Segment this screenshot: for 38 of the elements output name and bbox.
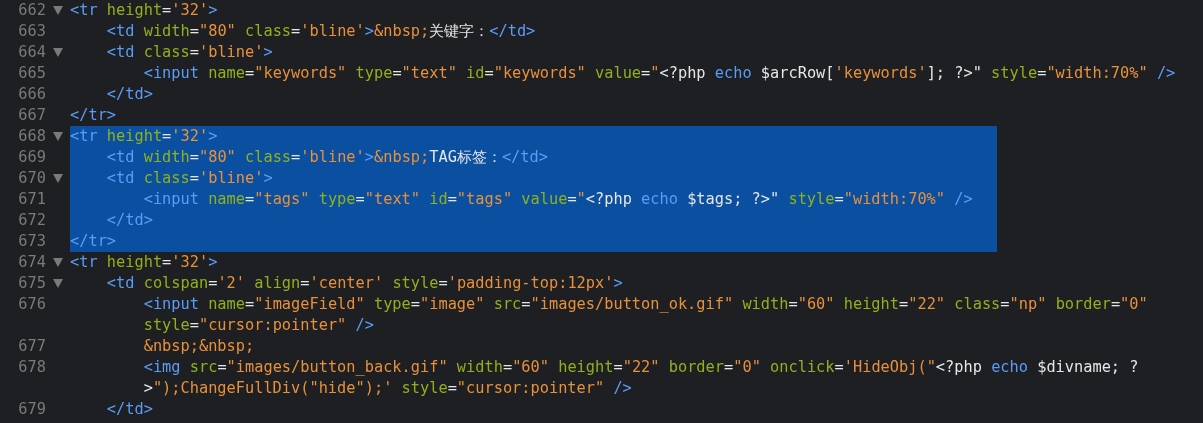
code-line: </td> bbox=[105, 399, 154, 420]
fold-arrow-icon[interactable] bbox=[53, 6, 63, 15]
line-number: 670 bbox=[17, 168, 46, 189]
line-number: 663 bbox=[17, 21, 46, 42]
code-line: <td width="80" class='bline'>&nbsp;关键字：</td> bbox=[105, 21, 537, 42]
fold-arrow-icon[interactable] bbox=[53, 48, 63, 57]
line-number: 667 bbox=[17, 105, 46, 126]
fold-arrow-icon[interactable] bbox=[53, 279, 63, 288]
line-number: 676 bbox=[17, 294, 46, 315]
line-number: 664 bbox=[17, 42, 46, 63]
line-number: 668 bbox=[17, 126, 46, 147]
fold-arrow-icon[interactable] bbox=[53, 132, 63, 141]
code-line: </td> bbox=[105, 84, 154, 105]
code-line: &nbsp;&nbsp; bbox=[142, 336, 256, 357]
line-number: 669 bbox=[17, 147, 46, 168]
code-line: </tr> bbox=[70, 105, 118, 126]
code-line: <tr height='32'> bbox=[70, 0, 219, 21]
line-number: 662 bbox=[17, 0, 46, 21]
line-number: 673 bbox=[17, 231, 46, 252]
line-number: 665 bbox=[17, 63, 46, 84]
code-line: <td colspan='2' align='center' style='padding-top:12px'> bbox=[105, 273, 624, 294]
code-line: style="cursor:pointer" /> bbox=[142, 315, 375, 336]
line-number: 674 bbox=[17, 252, 46, 273]
line-number: 672 bbox=[17, 210, 46, 231]
code-line: <img src="images/button_back.gif" width="60" height="22" border="0" onclick='HideObj("<?php echo $divname; ? bbox=[142, 357, 1140, 378]
code-line: <input name="imageField" type="image" src="images/button_ok.gif" width="60" height="22" class="np" border="0" bbox=[142, 294, 1149, 315]
line-number: 677 bbox=[17, 336, 46, 357]
fold-arrow-icon[interactable] bbox=[53, 174, 63, 183]
line-number: 666 bbox=[17, 84, 46, 105]
code-line: <input name="keywords" type="text" id="keywords" value="<?php echo $arcRow['keywords']; ?>" style="width:70%" /> bbox=[142, 63, 1177, 84]
code-line: >");ChangeFullDiv("hide");' style="cursor:pointer" /> bbox=[142, 378, 633, 399]
code-line: <td class='bline'> bbox=[105, 42, 274, 63]
line-number: 678 bbox=[17, 357, 46, 378]
line-number: 671 bbox=[17, 189, 46, 210]
fold-arrow-icon[interactable] bbox=[53, 258, 63, 267]
line-number: 675 bbox=[17, 273, 46, 294]
line-number: 679 bbox=[17, 399, 46, 420]
code-line: <tr height='32'> bbox=[70, 252, 219, 273]
